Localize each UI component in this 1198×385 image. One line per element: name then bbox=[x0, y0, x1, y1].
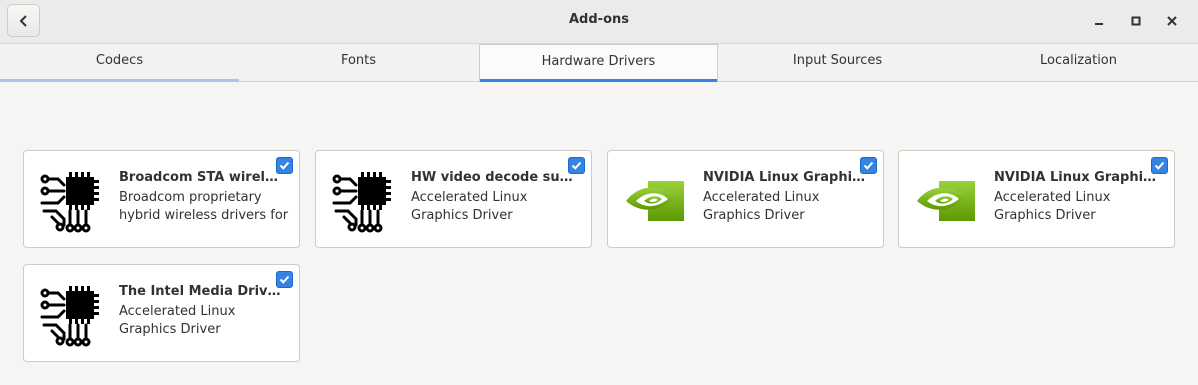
check-icon bbox=[279, 275, 290, 284]
check-icon bbox=[279, 161, 290, 170]
card-description: Accelerated Linux Graphics Driver bbox=[703, 190, 820, 223]
installed-checkbox[interactable] bbox=[276, 157, 293, 174]
maximize-button[interactable] bbox=[1124, 9, 1148, 33]
nvidia-icon bbox=[913, 167, 979, 233]
driver-card-broadcom[interactable]: Broadcom STA wireless d... Broadcom prop… bbox=[23, 150, 300, 248]
tab-input-sources[interactable]: Input Sources bbox=[718, 44, 957, 82]
maximize-icon bbox=[1131, 16, 1141, 26]
driver-card-intel-media[interactable]: The Intel Media Driver f... Accelerated … bbox=[23, 264, 300, 362]
card-description: Broadcom proprietary hybrid wireless dri… bbox=[119, 190, 289, 223]
header-bar: Add-ons bbox=[0, 0, 1198, 44]
chip-icon bbox=[330, 167, 396, 233]
window-title: Add-ons bbox=[569, 12, 629, 27]
driver-card-nvidia-1[interactable]: NVIDIA Linux Graphics D... Accelerated L… bbox=[607, 150, 884, 248]
nvidia-icon bbox=[622, 167, 688, 233]
driver-card-nvidia-2[interactable]: NVIDIA Linux Graphics D... Accelerated L… bbox=[898, 150, 1175, 248]
installed-checkbox[interactable] bbox=[1151, 157, 1168, 174]
card-title: HW video decode suppor... bbox=[411, 170, 576, 185]
installed-checkbox[interactable] bbox=[276, 271, 293, 288]
check-icon bbox=[571, 161, 582, 170]
tab-localization[interactable]: Localization bbox=[959, 44, 1198, 82]
tab-label: Localization bbox=[1040, 53, 1117, 68]
card-title: NVIDIA Linux Graphics D... bbox=[994, 170, 1159, 185]
tab-label: Input Sources bbox=[792, 53, 883, 68]
card-description: Accelerated Linux Graphics Driver bbox=[119, 304, 236, 337]
chip-icon bbox=[38, 167, 104, 233]
check-icon bbox=[1154, 161, 1165, 170]
minimize-button[interactable] bbox=[1087, 9, 1111, 33]
tab-label: Fonts bbox=[340, 53, 377, 68]
tab-label: Hardware Drivers bbox=[541, 54, 656, 69]
card-description: Accelerated Linux Graphics Driver bbox=[994, 190, 1111, 223]
tab-underline bbox=[0, 79, 239, 82]
tab-bar: Codecs Fonts Hardware Drivers Input Sour… bbox=[0, 44, 1198, 82]
tab-hardware-drivers[interactable]: Hardware Drivers bbox=[479, 44, 718, 82]
check-icon bbox=[863, 161, 874, 170]
driver-card-hw-video-decode[interactable]: HW video decode suppor... Accelerated Li… bbox=[315, 150, 592, 248]
card-description: Accelerated Linux Graphics Driver bbox=[411, 190, 528, 223]
close-button[interactable] bbox=[1160, 9, 1184, 33]
installed-checkbox[interactable] bbox=[860, 157, 877, 174]
close-icon bbox=[1167, 16, 1177, 26]
minimize-icon bbox=[1095, 23, 1103, 25]
chip-icon bbox=[38, 281, 104, 347]
card-title: Broadcom STA wireless d... bbox=[119, 170, 284, 185]
tab-codecs[interactable]: Codecs bbox=[0, 44, 239, 82]
tab-label: Codecs bbox=[95, 53, 144, 68]
tab-underline bbox=[480, 79, 717, 82]
tab-fonts[interactable]: Fonts bbox=[239, 44, 478, 82]
card-title: The Intel Media Driver f... bbox=[119, 284, 284, 299]
installed-checkbox[interactable] bbox=[568, 157, 585, 174]
card-title: NVIDIA Linux Graphics D... bbox=[703, 170, 868, 185]
